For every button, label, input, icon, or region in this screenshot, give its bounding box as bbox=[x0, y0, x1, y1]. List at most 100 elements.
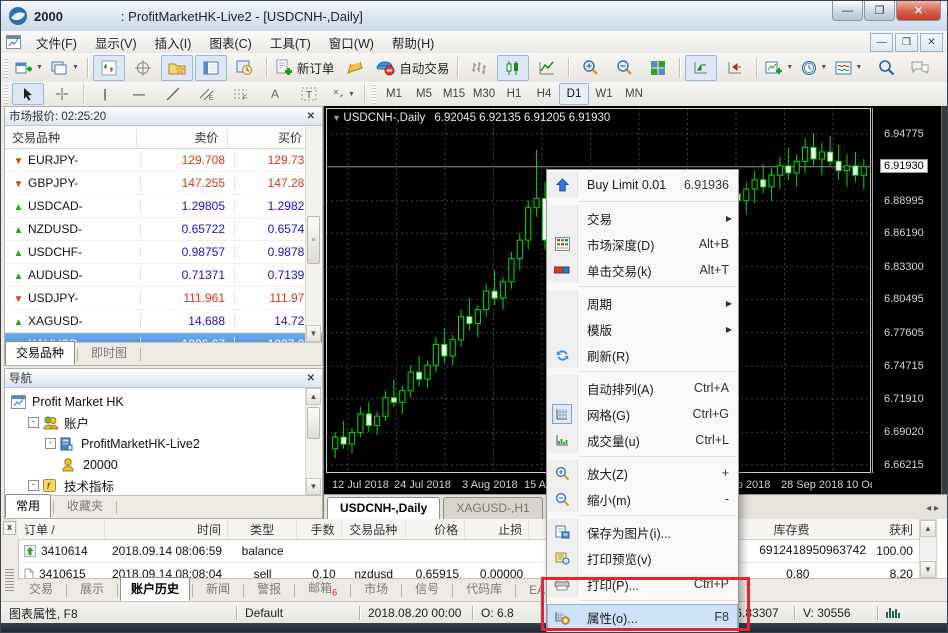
terminal-tab-市场[interactable]: 市场 bbox=[353, 577, 399, 601]
timeframe-M1[interactable]: M1 bbox=[379, 83, 409, 105]
fibonacci-tool-button[interactable]: F bbox=[225, 83, 257, 105]
market-watch-row[interactable]: ▲NZDUSD-0.657220.65745 bbox=[5, 218, 322, 241]
tree-expander-icon[interactable]: - bbox=[45, 438, 56, 449]
search-icon[interactable] bbox=[870, 55, 902, 81]
terminal-grip[interactable] bbox=[5, 569, 14, 591]
context-menu-item-网格(G)[interactable]: 网格(G)Ctrl+G bbox=[547, 401, 738, 427]
market-watch-row[interactable]: ▼USDJPY-111.961111.978 bbox=[5, 287, 322, 310]
menu-item-0[interactable]: 文件(F) bbox=[27, 35, 86, 53]
chart-edge-scrollbar[interactable] bbox=[941, 106, 948, 495]
status-profile[interactable]: Default bbox=[237, 606, 359, 620]
menu-item-6[interactable]: 帮助(H) bbox=[383, 35, 443, 53]
vertical-line-tool-button[interactable]: | bbox=[89, 83, 121, 105]
navigator-item[interactable]: 20000 bbox=[5, 454, 322, 475]
navigator-item[interactable]: Profit Market HK bbox=[5, 391, 322, 412]
arrows-tool-button[interactable]: ▼ bbox=[327, 83, 359, 105]
trendline-tool-button[interactable] bbox=[157, 83, 189, 105]
close-icon[interactable]: ✕ bbox=[304, 373, 318, 384]
market-watch-tab-1[interactable]: 即时图 bbox=[80, 341, 138, 365]
terminal-tab-警报[interactable]: 警报 bbox=[246, 577, 292, 601]
navigator-item[interactable]: -账户 bbox=[5, 412, 322, 433]
chart-shift-button[interactable] bbox=[719, 55, 751, 81]
timeframe-M15[interactable]: M15 bbox=[439, 83, 469, 105]
market-watch-toggle-button[interactable] bbox=[93, 55, 125, 81]
context-menu-item-交易[interactable]: 交易▶ bbox=[547, 205, 738, 231]
terminal-close-icon[interactable]: x bbox=[3, 521, 16, 535]
navigator-tab-1[interactable]: 收藏夹 bbox=[56, 494, 114, 518]
window-minimize-button[interactable]: — bbox=[832, 1, 863, 21]
timeframe-MN[interactable]: MN bbox=[619, 83, 649, 105]
timeframe-M30[interactable]: M30 bbox=[469, 83, 499, 105]
zoom-in-button[interactable] bbox=[574, 55, 606, 81]
timeframe-H4[interactable]: H4 bbox=[529, 83, 559, 105]
tree-expander-icon[interactable]: - bbox=[28, 417, 39, 428]
text-label-tool-button[interactable]: T bbox=[293, 83, 325, 105]
autotrading-button[interactable]: 自动交易 bbox=[373, 55, 452, 81]
navigator-item[interactable]: -f技术指标 bbox=[5, 475, 322, 496]
menu-item-4[interactable]: 工具(T) bbox=[261, 35, 320, 53]
mdi-button-2[interactable]: ✕ bbox=[920, 33, 943, 52]
market-watch-row[interactable]: ▲USDCAD-1.298051.29828 bbox=[5, 195, 322, 218]
indicators-button[interactable]: ▼ bbox=[762, 55, 796, 81]
bar-chart-button[interactable] bbox=[463, 55, 495, 81]
new-chart-button[interactable]: ▼ bbox=[12, 55, 46, 81]
market-watch-row[interactable]: ▲XAGUSD-14.68814.722 bbox=[5, 310, 322, 333]
context-menu-item-单击交易(k)[interactable]: 单击交易(k)Alt+T bbox=[547, 257, 738, 283]
terminal-tab-邮箱[interactable]: 邮箱6 bbox=[297, 576, 348, 601]
terminal-tab-交易[interactable]: 交易 bbox=[18, 577, 64, 601]
zoom-out-button[interactable] bbox=[608, 55, 640, 81]
market-watch-row[interactable]: ▲AUDUSD-0.713710.71390 bbox=[5, 264, 322, 287]
terminal-tab-代码库[interactable]: 代码库 bbox=[455, 577, 513, 601]
candlestick-chart-button[interactable] bbox=[497, 55, 529, 81]
chart-tab-0[interactable]: USDCNH-,Daily bbox=[327, 497, 440, 519]
periods-button[interactable]: ▼ bbox=[798, 55, 830, 81]
profiles-button[interactable]: ▼ bbox=[48, 55, 82, 81]
crosshair-tool-button[interactable] bbox=[46, 83, 78, 105]
context-menu-item-成交量(u)[interactable]: 成交量(u)Ctrl+L bbox=[547, 427, 738, 453]
market-watch-row[interactable]: ▼GBPJPY-147.255147.289 bbox=[5, 172, 322, 195]
market-watch-scrollbar[interactable]: ≡ ▼ bbox=[305, 126, 321, 342]
strategy-tester-button[interactable] bbox=[229, 55, 261, 81]
tree-expander-icon[interactable]: - bbox=[28, 480, 39, 491]
context-menu-item-保存为图片(i)...[interactable]: 保存为图片(i)... bbox=[547, 519, 738, 545]
auto-scroll-button[interactable] bbox=[685, 55, 717, 81]
context-menu-item-打印预览(v)[interactable]: 打印预览(v) bbox=[547, 545, 738, 571]
navigator-toggle-button[interactable] bbox=[161, 55, 193, 81]
terminal-row[interactable]: 34106142018.09.14 08:06:59balance100.006… bbox=[18, 540, 919, 563]
chart-tab-scroll-arrows[interactable]: ◂ ▸ bbox=[926, 503, 939, 514]
context-menu-item-市场深度(D)[interactable]: 市场深度(D)Alt+B bbox=[547, 231, 738, 257]
menu-item-1[interactable]: 显示(V) bbox=[86, 35, 146, 53]
horizontal-line-tool-button[interactable]: — bbox=[123, 83, 155, 105]
window-close-button[interactable]: ✕ bbox=[896, 1, 941, 21]
terminal-tab-新闻[interactable]: 新闻 bbox=[195, 577, 241, 601]
menu-item-2[interactable]: 插入(I) bbox=[146, 35, 201, 53]
menu-item-3[interactable]: 图表(C) bbox=[200, 35, 260, 53]
context-menu-item-放大(Z)[interactable]: 放大(Z)+ bbox=[547, 460, 738, 486]
navigator-tab-0[interactable]: 常用 bbox=[5, 494, 51, 518]
terminal-tab-信号[interactable]: 信号 bbox=[404, 577, 450, 601]
text-tool-button[interactable]: A bbox=[259, 83, 291, 105]
context-menu-item-刷新(R)[interactable]: 刷新(R) bbox=[547, 342, 738, 368]
context-menu-item-缩小(m)[interactable]: 缩小(m)- bbox=[547, 486, 738, 512]
timeframe-W1[interactable]: W1 bbox=[589, 83, 619, 105]
timeframe-H1[interactable]: H1 bbox=[499, 83, 529, 105]
terminal-toggle-button[interactable] bbox=[195, 55, 227, 81]
close-icon[interactable]: ✕ bbox=[304, 111, 318, 122]
chart-tab-1[interactable]: XAGUSD-,H1 bbox=[443, 497, 542, 519]
context-menu-item-模版[interactable]: 模版▶ bbox=[547, 316, 738, 342]
line-chart-button[interactable] bbox=[531, 55, 563, 81]
market-watch-row[interactable]: ▲USDCHF-0.987570.98781 bbox=[5, 241, 322, 264]
new-order-button[interactable]: 新订单 bbox=[272, 55, 338, 81]
context-menu-item-自动排列(A)[interactable]: 自动排列(A)Ctrl+A bbox=[547, 375, 738, 401]
mdi-button-1[interactable]: ❐ bbox=[895, 33, 918, 52]
mdi-button-0[interactable]: — bbox=[870, 33, 893, 52]
navigator-scrollbar[interactable]: ▲ ▼ bbox=[305, 388, 321, 495]
navigator-item[interactable]: -ProfitMarketHK-Live2 bbox=[5, 433, 322, 454]
timeframe-M5[interactable]: M5 bbox=[409, 83, 439, 105]
news-button[interactable] bbox=[339, 55, 371, 81]
market-watch-row[interactable]: ▼EURJPY-129.708129.730 bbox=[5, 149, 322, 172]
channel-tool-button[interactable]: E bbox=[191, 83, 223, 105]
context-menu-item-Buy Limit 0.01[interactable]: Buy Limit 0.016.91936 bbox=[547, 172, 738, 198]
tile-windows-button[interactable] bbox=[642, 55, 674, 81]
market-watch-tab-0[interactable]: 交易品种 bbox=[5, 341, 75, 365]
